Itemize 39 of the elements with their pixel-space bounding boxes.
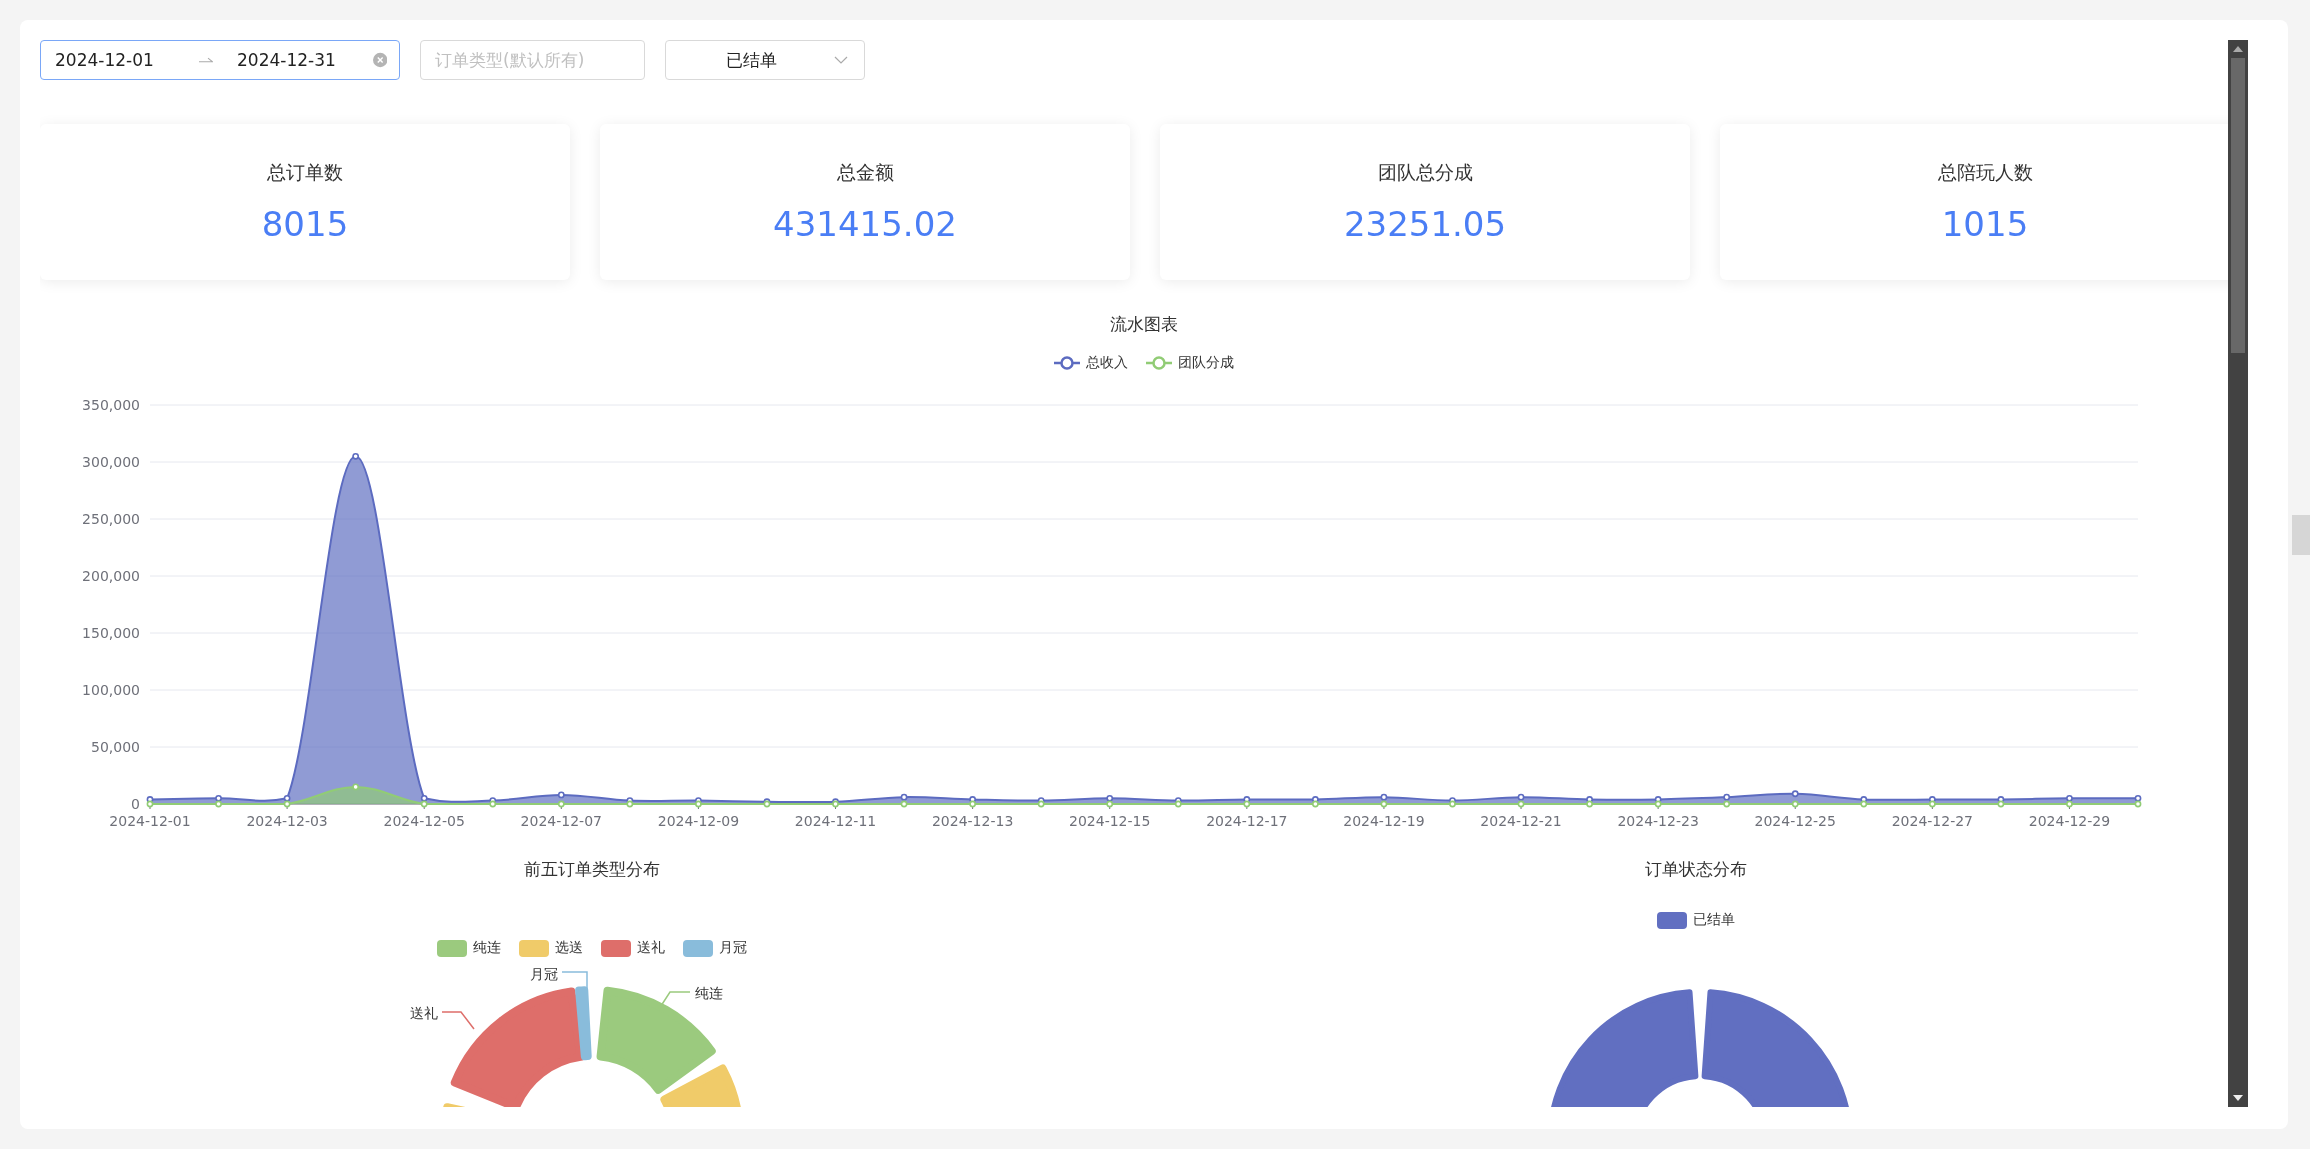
start-date: 2024-12-01 [55, 50, 155, 70]
slice-label: 送礼 [410, 1005, 438, 1021]
x-axis-label: 2024-12-05 [383, 813, 465, 829]
x-axis-label: 2024-12-23 [1617, 813, 1699, 829]
y-axis-label: 50,000 [91, 739, 140, 755]
x-axis-label: 2024-12-21 [1480, 813, 1562, 829]
y-axis-label: 250,000 [82, 511, 140, 527]
x-axis-label: 2024-12-03 [246, 813, 328, 829]
x-axis-label: 2024-12-29 [2028, 813, 2111, 829]
x-axis-label: 2024-12-09 [657, 813, 740, 829]
y-axis-label: 100,000 [82, 682, 140, 698]
x-axis-label: 2024-12-07 [520, 813, 602, 829]
x-axis-label: 2024-12-25 [1754, 813, 1836, 829]
x-axis-label: 2024-12-27 [1891, 813, 1974, 829]
y-axis-label: 200,000 [82, 568, 140, 584]
stat-value: 1015 [1941, 204, 2029, 244]
y-axis-label: 350,000 [82, 397, 140, 413]
slice-label: 月冠 [530, 966, 558, 982]
stat-label: 总订单数 [267, 160, 343, 185]
chart-title: 订单状态分布 [1644, 858, 1748, 881]
stat-value: 8015 [261, 204, 349, 244]
x-axis-label: 2024-12-11 [794, 813, 877, 829]
stat-value: 431415.02 [773, 204, 957, 244]
slice-label: 纯连 [695, 985, 723, 1001]
stat-label: 总金额 [836, 160, 894, 185]
x-axis-label: 2024-12-17 [1206, 813, 1288, 829]
chart-title: 流水图表 [1109, 313, 1179, 336]
y-axis-label: 0 [131, 796, 140, 812]
y-axis-label: 300,000 [82, 454, 140, 470]
stat-value: 23251.05 [1343, 204, 1507, 244]
x-axis-label: 2024-12-19 [1343, 813, 1425, 829]
y-axis-label: 150,000 [82, 625, 140, 641]
x-axis-label: 2024-12-13 [931, 813, 1014, 829]
x-axis-label: 2024-12-01 [109, 813, 191, 829]
stat-label: 团队总分成 [1377, 160, 1473, 185]
chart-title: 前五订单类型分布 [523, 858, 661, 881]
x-axis-label: 2024-12-15 [1069, 813, 1151, 829]
end-date: 2024-12-31 [237, 50, 337, 70]
stat-label: 总陪玩人数 [1937, 160, 2033, 185]
